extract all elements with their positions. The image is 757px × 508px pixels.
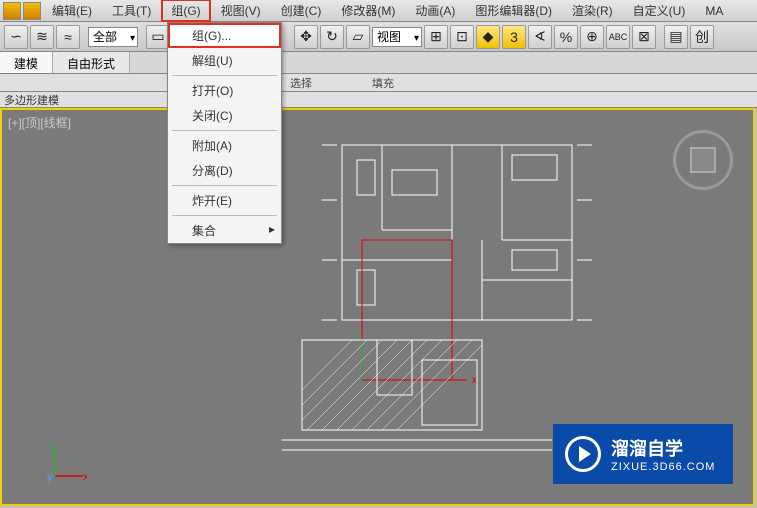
- play-icon: [565, 436, 601, 472]
- svg-text:y: y: [47, 471, 53, 483]
- selection-lock-icon[interactable]: ◆: [476, 25, 500, 49]
- move-icon[interactable]: ✥: [294, 25, 318, 49]
- filter-combo[interactable]: 全部: [88, 27, 138, 47]
- ribbon-labels: 选择 填充: [0, 74, 757, 92]
- transform-icon[interactable]: ⊞: [424, 25, 448, 49]
- ribbon-tabs: 建模 自由形式: [0, 52, 757, 74]
- menu-group-explode[interactable]: 炸开(E): [168, 188, 281, 213]
- watermark: 溜溜自学 ZIXUE.3D66.COM: [553, 424, 733, 484]
- viewport-top[interactable]: [+][顶][线框] x y: [0, 108, 755, 506]
- menu-view[interactable]: 视图(V): [211, 0, 271, 22]
- menu-separator: [172, 215, 277, 216]
- menu-modifier[interactable]: 修改器(M): [331, 0, 405, 22]
- menu-group[interactable]: 组(G): [161, 0, 210, 22]
- link-icon[interactable]: ∽: [4, 25, 28, 49]
- angle-snap-icon[interactable]: ∢: [528, 25, 552, 49]
- group-dropdown: 组(G)... 解组(U) 打开(O) 关闭(C) 附加(A) 分离(D) 炸开…: [167, 22, 282, 244]
- menu-bar: 编辑(E) 工具(T) 组(G) 视图(V) 创建(C) 修改器(M) 动画(A…: [0, 0, 757, 22]
- main-toolbar: ∽ ≋ ≈ 全部 ▭ ✥ ↻ ▱ 视图 ⊞ ⊡ ◆ 3 ∢ % ⊕ ABC ⊠ …: [0, 22, 757, 52]
- menu-separator: [172, 130, 277, 131]
- percent-snap-icon[interactable]: %: [554, 25, 578, 49]
- rotate-icon[interactable]: ↻: [320, 25, 344, 49]
- tab-freeform[interactable]: 自由形式: [53, 52, 130, 73]
- axis-gizmo: x z y: [47, 444, 87, 484]
- menu-group-create[interactable]: 组(G)...: [168, 23, 281, 48]
- label-fill: 填充: [372, 75, 394, 91]
- create-icon[interactable]: 创: [690, 25, 714, 49]
- tab-modeling[interactable]: 建模: [0, 52, 53, 73]
- menu-create[interactable]: 创建(C): [271, 0, 332, 22]
- menu-group-ungroup[interactable]: 解组(U): [168, 48, 281, 73]
- menu-render[interactable]: 渲染(R): [562, 0, 623, 22]
- watermark-url: ZIXUE.3D66.COM: [611, 461, 715, 473]
- viewport-label[interactable]: [+][顶][线框]: [8, 114, 71, 131]
- svg-text:x: x: [472, 375, 477, 386]
- menu-graph-editor[interactable]: 图形编辑器(D): [465, 0, 562, 22]
- pivot-icon[interactable]: ⊡: [450, 25, 474, 49]
- menu-group-assembly[interactable]: 集合: [168, 218, 281, 243]
- app-icon-2[interactable]: [23, 2, 41, 20]
- scale-icon[interactable]: ▱: [346, 25, 370, 49]
- menu-separator: [172, 75, 277, 76]
- snap-toggle-icon[interactable]: 3: [502, 25, 526, 49]
- viewcube-face[interactable]: [690, 147, 716, 173]
- unlink-icon[interactable]: ≋: [30, 25, 54, 49]
- svg-text:y: y: [354, 330, 359, 341]
- spinner-snap-icon[interactable]: ⊕: [580, 25, 604, 49]
- menu-animation[interactable]: 动画(A): [405, 0, 465, 22]
- viewcube[interactable]: [673, 130, 733, 190]
- ribbon-panel-label: 多边形建模: [0, 92, 757, 108]
- svg-text:z: z: [49, 444, 55, 453]
- view-combo[interactable]: 视图: [372, 27, 422, 47]
- menu-ma[interactable]: MA: [695, 1, 733, 21]
- mirror-icon[interactable]: ⊠: [632, 25, 656, 49]
- menu-group-close[interactable]: 关闭(C): [168, 103, 281, 128]
- svg-text:x: x: [83, 471, 87, 483]
- menu-customize[interactable]: 自定义(U): [623, 0, 696, 22]
- menu-group-open[interactable]: 打开(O): [168, 78, 281, 103]
- menu-separator: [172, 185, 277, 186]
- watermark-title: 溜溜自学: [611, 435, 715, 461]
- named-sel-icon[interactable]: ABC: [606, 25, 630, 49]
- menu-group-attach[interactable]: 附加(A): [168, 133, 281, 158]
- layer-icon[interactable]: ▤: [664, 25, 688, 49]
- label-select: 选择: [290, 75, 312, 91]
- menu-edit[interactable]: 编辑(E): [42, 0, 102, 22]
- menu-group-detach[interactable]: 分离(D): [168, 158, 281, 183]
- menu-tools[interactable]: 工具(T): [102, 0, 161, 22]
- bind-icon[interactable]: ≈: [56, 25, 80, 49]
- app-icon[interactable]: [3, 2, 21, 20]
